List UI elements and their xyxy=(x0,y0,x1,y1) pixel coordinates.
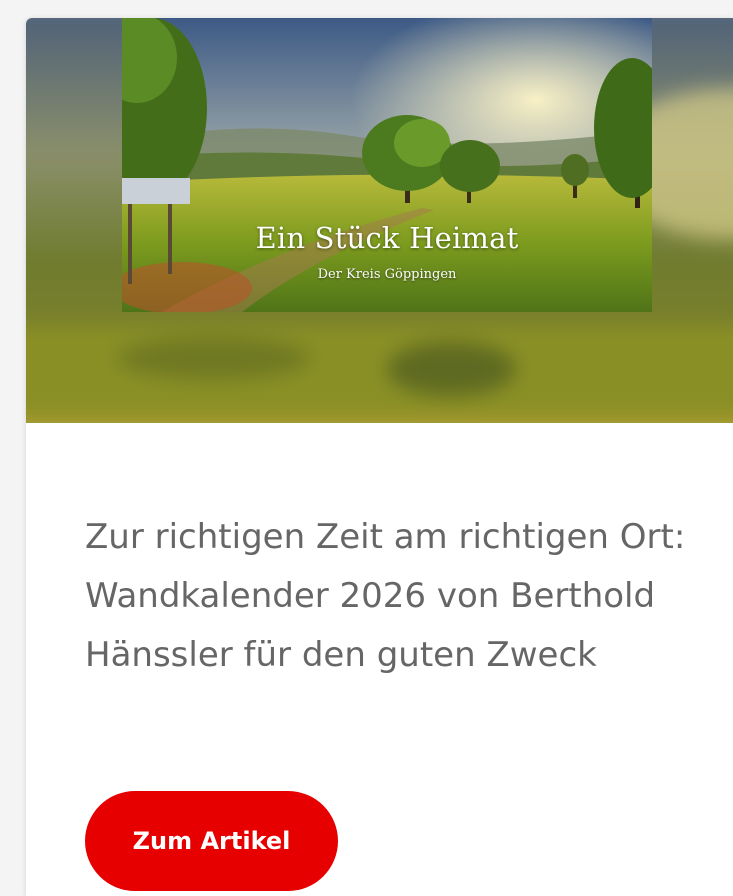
calendar-cover-photo: Ein Stück Heimat Der Kreis Göppingen xyxy=(122,18,652,312)
page: Ein Stück Heimat Der Kreis Göppingen Zur… xyxy=(0,0,733,896)
read-article-button[interactable]: Zum Artikel xyxy=(85,791,338,891)
article-teaser-card[interactable]: Ein Stück Heimat Der Kreis Göppingen Zur… xyxy=(26,18,733,896)
article-headline[interactable]: Zur richtigen Zeit am richtigen Ort: Wan… xyxy=(85,508,705,685)
teaser-image[interactable]: Ein Stück Heimat Der Kreis Göppingen xyxy=(26,18,733,423)
calendar-subtitle: Der Kreis Göppingen xyxy=(317,267,457,282)
calendar-title: Ein Stück Heimat xyxy=(255,221,519,255)
